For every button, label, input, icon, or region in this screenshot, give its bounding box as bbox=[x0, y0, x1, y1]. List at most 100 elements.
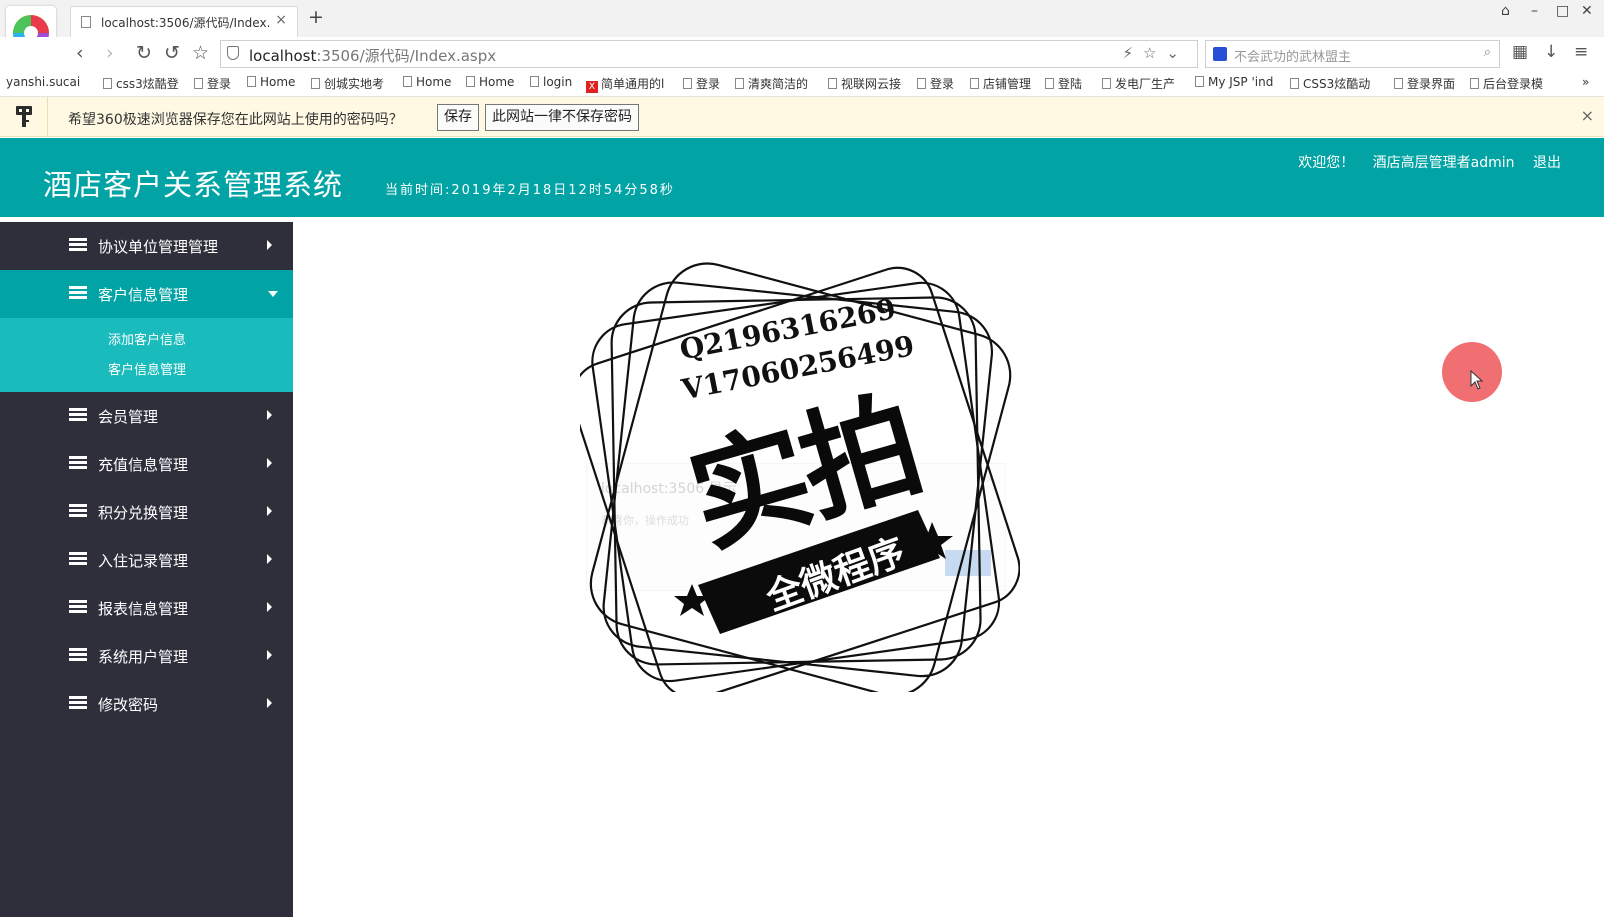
sidebar-item[interactable]: 报表信息管理 bbox=[0, 584, 293, 632]
page-icon bbox=[1045, 78, 1054, 89]
page-icon bbox=[311, 78, 320, 89]
menu-icon[interactable]: ≡ bbox=[1574, 42, 1588, 62]
key-icon bbox=[0, 97, 48, 137]
bookmark-item[interactable]: login bbox=[530, 75, 572, 89]
page-icon bbox=[1290, 78, 1299, 89]
bookmark-item[interactable]: 登录 bbox=[194, 75, 231, 92]
cursor-highlight bbox=[1442, 342, 1502, 402]
bookmark-item[interactable]: 登录界面 bbox=[1394, 75, 1455, 92]
favorite-star-icon[interactable]: ☆ bbox=[192, 42, 209, 64]
bookmark-label: CSS3炫酷动 bbox=[1303, 77, 1371, 91]
page-icon bbox=[194, 78, 203, 89]
close-bar-icon[interactable]: × bbox=[1581, 106, 1594, 125]
submenu-item[interactable]: 添加客户信息 bbox=[0, 326, 293, 356]
address-bar[interactable]: localhost:3506/源代码/Index.aspx ⚡☆⌄ bbox=[220, 40, 1198, 68]
bookmark-label: 视联网云接 bbox=[841, 77, 902, 91]
caret-right-icon bbox=[267, 650, 272, 660]
sidebar-item[interactable]: 充值信息管理 bbox=[0, 440, 293, 488]
save-password-bar: 希望360极速浏览器保存您在此网站上使用的密码吗？ 保存 此网站一律不保存密码 … bbox=[0, 97, 1604, 137]
minimize-icon[interactable]: – bbox=[1531, 3, 1538, 19]
sidebar-item[interactable]: 会员管理 bbox=[0, 392, 293, 440]
app-title: 酒店客户关系管理系统 bbox=[43, 168, 344, 202]
reload-icon[interactable]: ↻ bbox=[136, 42, 152, 64]
menu-stack-icon bbox=[68, 503, 88, 523]
address-url[interactable]: localhost:3506/源代码/Index.aspx bbox=[249, 45, 496, 66]
bookmark-item[interactable]: 登录 bbox=[917, 75, 954, 92]
bookmark-item[interactable]: 店铺管理 bbox=[970, 75, 1031, 92]
tab-title: localhost:3506/源代码/Index.a bbox=[101, 16, 271, 30]
submenu-item[interactable]: 客户信息管理 bbox=[0, 356, 293, 386]
browser-tab-active[interactable]: localhost:3506/源代码/Index.a × bbox=[70, 6, 298, 37]
save-password-button[interactable]: 保存 bbox=[437, 104, 479, 131]
bookmark-item[interactable]: 登陆 bbox=[1045, 75, 1082, 92]
bookmark-label: 简单通用的l bbox=[601, 77, 665, 91]
sidebar-item[interactable]: 积分兑换管理 bbox=[0, 488, 293, 536]
apps-grid-icon[interactable]: ▦ bbox=[1512, 42, 1528, 62]
bookmark-item[interactable]: X 简单通用的l bbox=[586, 75, 664, 93]
page-icon bbox=[403, 76, 412, 87]
caret-right-icon bbox=[267, 602, 272, 612]
page-icon bbox=[735, 78, 744, 89]
bookmark-label: My JSP 'ind bbox=[1208, 75, 1274, 89]
undo-icon[interactable]: ↺ bbox=[164, 42, 180, 64]
bookmark-label: 清爽简洁的 bbox=[748, 77, 809, 91]
page-icon bbox=[1470, 78, 1479, 89]
never-save-password-button[interactable]: 此网站一律不保存密码 bbox=[485, 104, 639, 131]
sidebar-item[interactable]: 修改密码 bbox=[0, 680, 293, 728]
sidebar-item-label: 会员管理 bbox=[98, 408, 159, 426]
caret-right-icon bbox=[267, 410, 272, 420]
sidebar-item[interactable]: 系统用户管理 bbox=[0, 632, 293, 680]
bookmark-label: css3炫酷登 bbox=[116, 77, 179, 91]
menu-stack-icon bbox=[68, 237, 88, 257]
sidebar: 协议单位管理管理 客户信息管理 添加客户信息 客户信息管理 会员管理 充值信息管理 积分兑换… bbox=[0, 222, 293, 917]
download-icon[interactable]: ↓ bbox=[1544, 42, 1558, 62]
bookmark-item[interactable]: My JSP 'ind bbox=[1195, 75, 1273, 89]
bookmark-item[interactable]: 视联网云接 bbox=[828, 75, 901, 92]
address-tools-icon[interactable]: ⚡☆⌄ bbox=[1122, 44, 1189, 62]
new-tab-button[interactable]: + bbox=[308, 6, 324, 28]
sidebar-item-label: 修改密码 bbox=[98, 696, 159, 714]
page-icon bbox=[103, 78, 112, 89]
menu-stack-icon bbox=[68, 551, 88, 571]
search-placeholder[interactable]: 不会武功的武林盟主 bbox=[1234, 46, 1351, 65]
browser-tab-bar: localhost:3506/源代码/Index.a × + ⌂ – □ ✕ bbox=[0, 0, 1604, 60]
page-icon bbox=[466, 76, 475, 87]
app-header: 酒店客户关系管理系统 当前时间:2019年2月18日12时54分58秒 欢迎您！… bbox=[0, 138, 1604, 217]
tab-close-icon[interactable]: × bbox=[275, 12, 287, 28]
back-icon[interactable]: ‹ bbox=[76, 42, 84, 64]
forward-icon[interactable]: › bbox=[106, 42, 114, 64]
welcome-text: 欢迎您！ bbox=[1298, 155, 1355, 171]
page-icon bbox=[1102, 78, 1111, 89]
bookmark-item[interactable]: 清爽简洁的 bbox=[735, 75, 808, 92]
sidebar-item-label: 入住记录管理 bbox=[98, 552, 189, 570]
bookmark-label: login bbox=[543, 75, 573, 89]
search-icon[interactable]: ⌕ bbox=[1484, 45, 1491, 60]
sidebar-item[interactable]: 协议单位管理管理 bbox=[0, 222, 293, 270]
bookmark-item[interactable]: Home bbox=[403, 75, 451, 89]
bookmark-item[interactable]: 后台登录模 bbox=[1470, 75, 1543, 92]
bookmark-item[interactable]: CSS3炫酷动 bbox=[1290, 75, 1370, 92]
search-box[interactable]: 不会武功的武林盟主 ⌕ bbox=[1205, 40, 1500, 68]
bookmarks-more-icon[interactable]: » bbox=[1582, 75, 1589, 89]
sidebar-item[interactable]: 入住记录管理 bbox=[0, 536, 293, 584]
bookmark-item[interactable]: Home bbox=[466, 75, 514, 89]
bookmark-item[interactable]: 创城实地考 bbox=[311, 75, 384, 92]
skin-icon[interactable]: ⌂ bbox=[1501, 3, 1510, 19]
logout-link[interactable]: 退出 bbox=[1533, 155, 1561, 171]
bookmark-item[interactable]: Home bbox=[247, 75, 295, 89]
sidebar-item[interactable]: 客户信息管理 bbox=[0, 270, 293, 318]
current-time: 当前时间:2019年2月18日12时54分58秒 bbox=[385, 183, 675, 198]
mouse-pointer-icon bbox=[1470, 370, 1484, 390]
search-engine-icon[interactable] bbox=[1213, 47, 1227, 61]
bookmark-label: 店铺管理 bbox=[983, 77, 1032, 91]
bookmark-item[interactable]: yanshi.sucai bbox=[6, 75, 80, 89]
menu-stack-icon bbox=[68, 647, 88, 667]
page-icon bbox=[81, 16, 91, 28]
maximize-icon[interactable]: □ bbox=[1556, 3, 1569, 19]
sidebar-item-label: 积分兑换管理 bbox=[98, 504, 189, 522]
bookmark-label: yanshi.sucai bbox=[6, 75, 81, 89]
bookmark-item[interactable]: 发电厂生产 bbox=[1102, 75, 1175, 92]
close-window-icon[interactable]: ✕ bbox=[1581, 3, 1593, 19]
bookmark-item[interactable]: 登录 bbox=[683, 75, 720, 92]
bookmark-item[interactable]: css3炫酷登 bbox=[103, 75, 179, 92]
